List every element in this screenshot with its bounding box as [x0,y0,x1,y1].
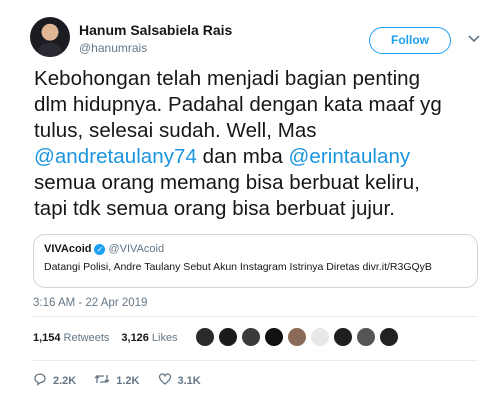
engagement-stats: 1,154 Retweets 3,126 Likes [33,325,190,351]
avatar[interactable] [30,17,70,57]
chevron-down-icon[interactable] [466,31,482,47]
tweet-text-segment: Kebohongan telah menjadi bagian penting [34,67,421,90]
tweet-header: Hanum Salsabiela Rais @hanumrais Follow [30,17,490,61]
liker-avatar[interactable] [310,327,330,347]
mention-link[interactable]: @andretaulany74 [34,145,197,168]
liker-avatar[interactable] [287,327,307,347]
liker-avatar[interactable] [241,327,261,347]
likes-label[interactable]: Likes [152,332,178,344]
quoted-tweet-card[interactable]: VIVAcoid ✓ @VIVAcoid Datangi Polisi, And… [33,234,478,288]
tweet-text-segment: dlm hidupnya. Padahal dengan kata maaf y… [34,93,442,116]
retweets-count[interactable]: 1,154 [33,332,61,344]
liker-avatar[interactable] [333,327,353,347]
quoted-tweet-text: Datangi Polisi, Andre Taulany Sebut Akun… [44,261,432,273]
tweet-actions: 2.2K 1.2K 3.1K [33,372,219,389]
liker-avatar[interactable] [356,327,376,347]
tweet-text-segment: tapi tdk semua orang bisa berbuat jujur. [34,197,395,220]
likes-count[interactable]: 3,126 [121,332,149,344]
quoted-display-name: VIVAcoid [44,243,92,255]
tweet-text-line: Kebohongan telah menjadi bagian penting [34,66,484,92]
tweet-text-line: tulus, selesai sudah. Well, Mas [34,118,484,144]
retweet-count: 1.2K [116,374,140,387]
quoted-tweet-header: VIVAcoid ✓ @VIVAcoid [44,243,467,255]
tweet-text-line: dlm hidupnya. Padahal dengan kata maaf y… [34,92,484,118]
tweet-text-line: @andretaulany74 dan mba @erintaulany [34,144,484,170]
heart-icon[interactable] [158,372,172,389]
display-name[interactable]: Hanum Salsabiela Rais [79,22,232,38]
follow-button[interactable]: Follow [369,27,451,54]
verified-badge-icon: ✓ [94,243,106,255]
liker-avatar[interactable] [195,327,215,347]
tweet-text-line: semua orang memang bisa berbuat keliru, [34,170,484,196]
tweet-text-segment: semua orang memang bisa berbuat keliru, [34,171,420,194]
tweet-timestamp[interactable]: 3:16 AM - 22 Apr 2019 [33,297,147,309]
tweet-text-segment: dan mba [196,145,289,168]
liker-avatars [195,327,402,347]
mention-link[interactable]: @erintaulany [289,145,411,168]
tweet-text-line: tapi tdk semua orang bisa berbuat jujur. [34,196,484,222]
user-handle[interactable]: @hanumrais [79,41,147,55]
liker-avatar[interactable] [264,327,284,347]
divider [33,360,478,361]
reply-count: 2.2K [53,374,77,387]
tweet-text: Kebohongan telah menjadi bagian penting d… [34,66,484,222]
reply-icon[interactable] [33,372,47,389]
reply-action[interactable]: 2.2K [33,372,76,389]
retweets-label[interactable]: Retweets [64,332,110,344]
tweet-text-segment: tulus, selesai sudah. Well, Mas [34,119,317,142]
retweet-icon[interactable] [94,372,110,389]
like-action[interactable]: 3.1K [158,372,201,389]
liker-avatar[interactable] [379,327,399,347]
liker-avatar[interactable] [218,327,238,347]
quoted-handle: @VIVAcoid [108,243,165,255]
retweet-action[interactable]: 1.2K [94,372,140,389]
divider [33,316,478,317]
like-count: 3.1K [177,374,201,387]
